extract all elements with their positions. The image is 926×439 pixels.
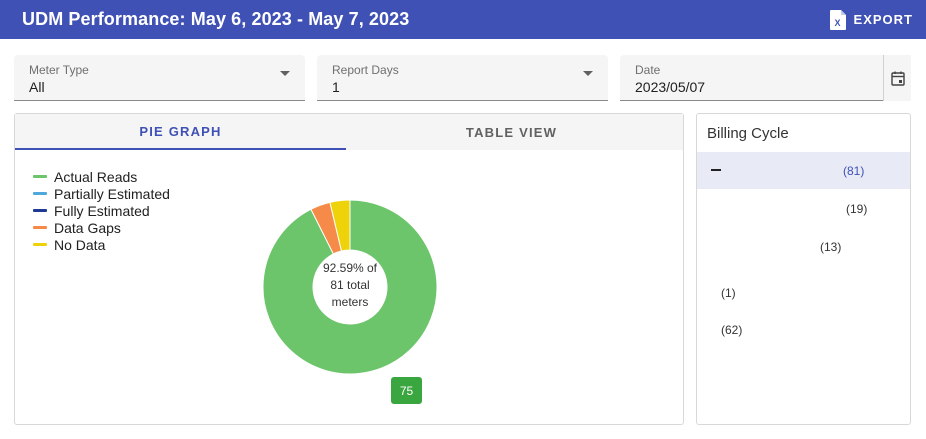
chart-center-label: 92.59% of 81 total meters [310, 260, 390, 311]
meter-type-value: All [29, 79, 45, 95]
excel-file-icon: X [829, 9, 846, 30]
data-label-actual-reads: 75 [391, 377, 422, 404]
meter-type-label: Meter Type [29, 63, 89, 77]
chart-panel: PIE GRAPH TABLE VIEW Actual Reads Partial… [14, 113, 684, 425]
billing-cycle-row[interactable]: (1) [697, 274, 910, 311]
calendar-icon [890, 71, 905, 86]
dropdown-arrow-icon [280, 71, 290, 76]
date-label: Date [635, 63, 661, 77]
report-days-label: Report Days [332, 63, 399, 77]
calendar-button[interactable] [883, 55, 911, 101]
billing-cycle-count: (1) [721, 286, 736, 300]
billing-cycle-count: (62) [721, 323, 743, 337]
page-title: UDM Performance: May 6, 2023 - May 7, 20… [22, 9, 410, 29]
report-days-select[interactable]: Report Days 1 [317, 55, 608, 101]
billing-cycle-row[interactable]: (19) [697, 190, 910, 227]
center-label-line: meters [331, 295, 369, 309]
collapse-icon[interactable] [711, 169, 721, 171]
center-label-line: 92.59% of [322, 261, 378, 275]
app-header: UDM Performance: May 6, 2023 - May 7, 20… [0, 0, 926, 39]
meter-type-select[interactable]: Meter Type All [14, 55, 305, 101]
billing-cycle-row[interactable]: (13) [697, 228, 910, 265]
billing-cycle-panel: Billing Cycle (81) (19) (13) (1) (62) [696, 113, 911, 425]
export-label: EXPORT [853, 12, 913, 27]
date-value: 2023/05/07 [635, 79, 706, 95]
report-days-value: 1 [332, 79, 340, 95]
export-button[interactable]: X EXPORT [829, 9, 913, 30]
billing-cycle-title: Billing Cycle [707, 125, 789, 142]
billing-cycle-row[interactable]: (81) [697, 152, 910, 189]
billing-cycle-count: (13) [820, 240, 842, 254]
billing-cycle-count: (81) [843, 164, 865, 178]
dropdown-arrow-icon [583, 71, 593, 76]
date-field[interactable]: Date 2023/05/07 [620, 55, 883, 101]
svg-text:X: X [834, 18, 841, 28]
billing-cycle-row[interactable]: (62) [697, 311, 910, 348]
center-label-line: 81 total [330, 278, 370, 292]
billing-cycle-count: (19) [846, 202, 868, 216]
